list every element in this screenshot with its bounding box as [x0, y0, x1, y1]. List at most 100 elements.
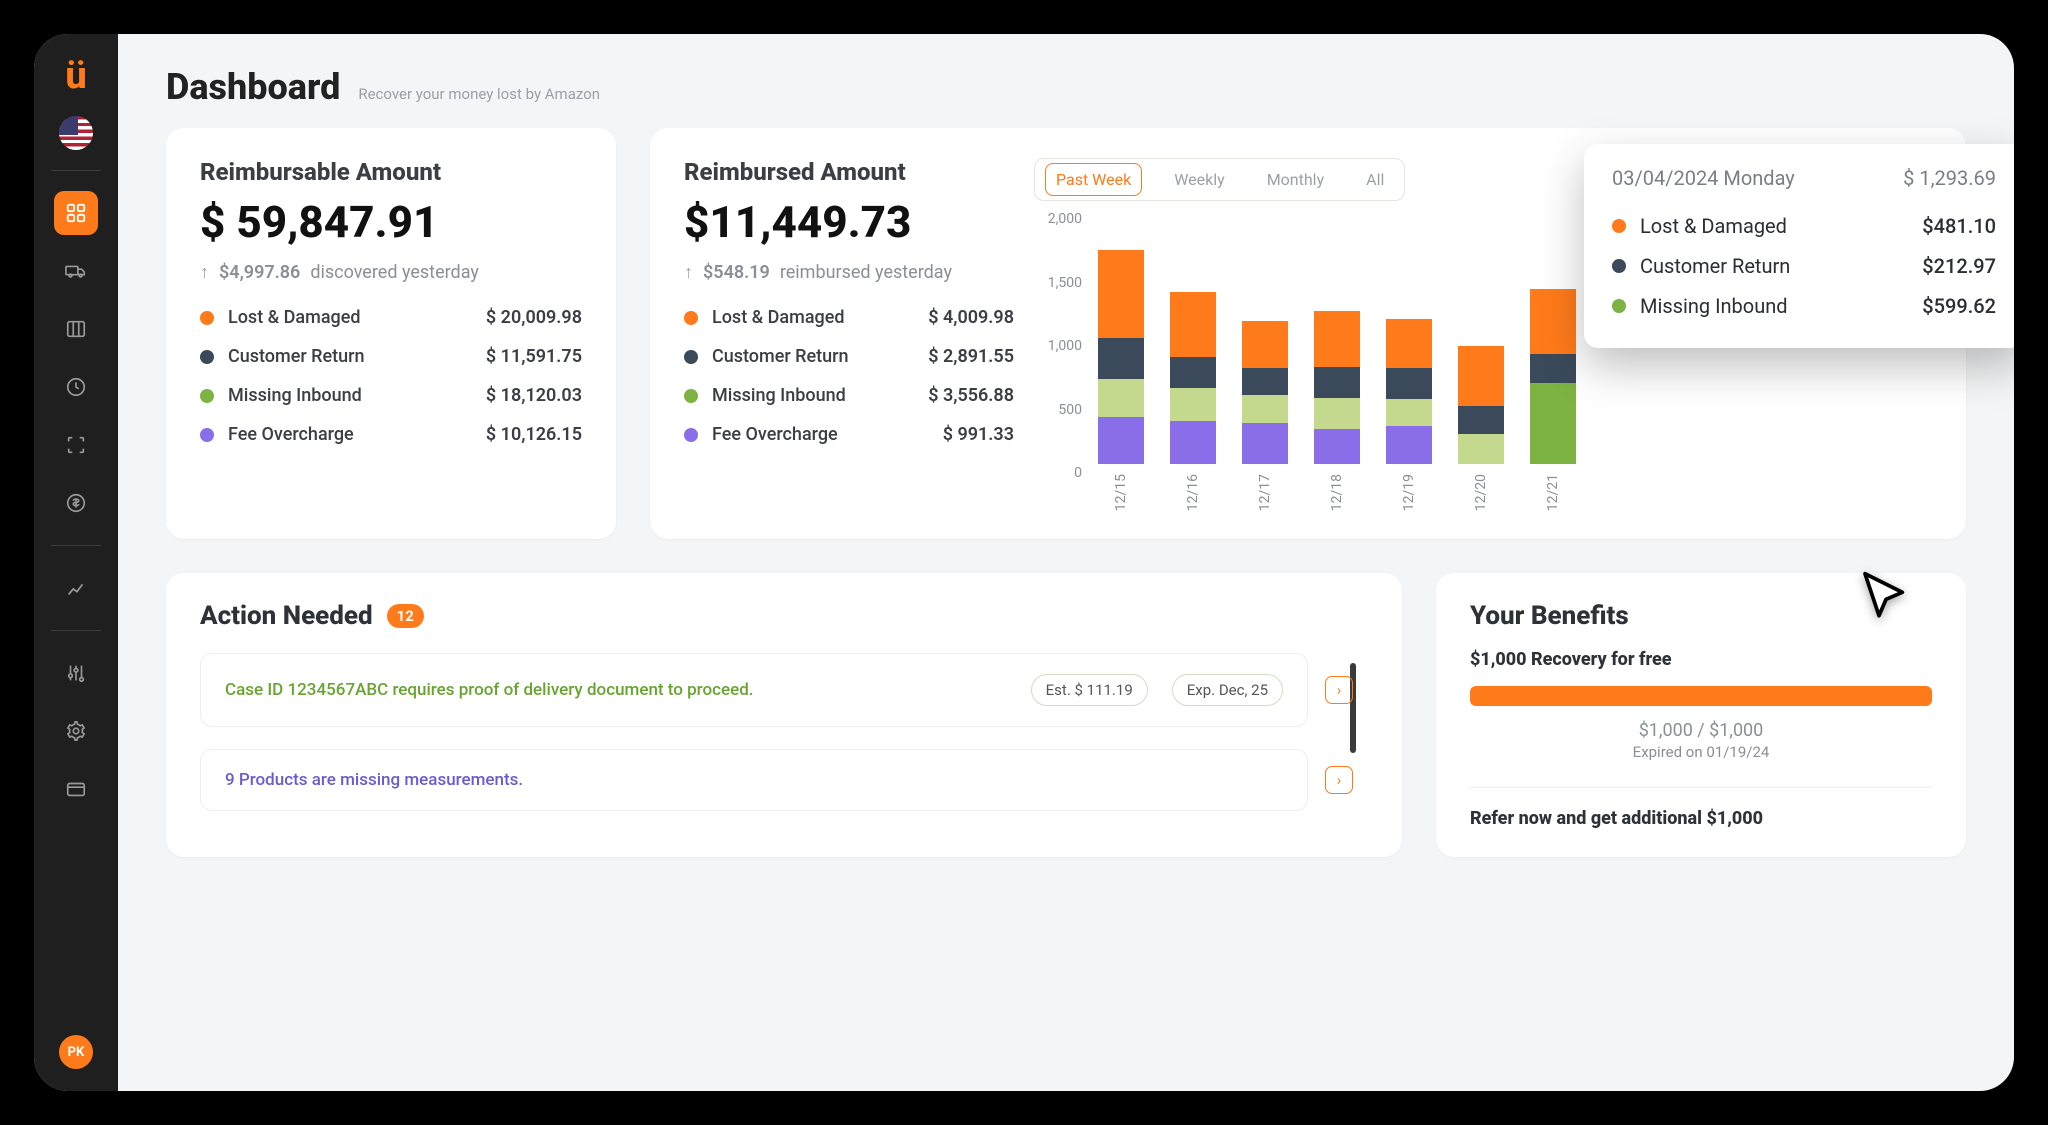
- region-flag-us[interactable]: [59, 116, 93, 150]
- delta-value: $548.19: [703, 262, 770, 283]
- delta-value: $4,997.86: [219, 262, 300, 283]
- chart-bar-segment: [1170, 292, 1216, 357]
- chart-bar-segment: [1530, 289, 1576, 354]
- chart-range-tabs: Past Week Weekly Monthly All: [1034, 158, 1405, 201]
- nav-reports[interactable]: [54, 307, 98, 351]
- chart-bar-segment: [1098, 250, 1144, 338]
- chart-bar-segment: [1458, 434, 1504, 464]
- legend-value: $ 991.33: [943, 424, 1014, 445]
- legend-label: Missing Inbound: [228, 385, 362, 406]
- legend-row: Fee Overcharge $ 991.33: [684, 424, 1014, 445]
- chart-bar-segment: [1530, 354, 1576, 383]
- legend-label: Fee Overcharge: [228, 424, 354, 445]
- legend-label: Lost & Damaged: [228, 307, 361, 328]
- scan-icon: [65, 434, 87, 456]
- nav-cards[interactable]: [54, 767, 98, 811]
- chart-bar-segment: [1170, 388, 1216, 420]
- card-icon: [65, 778, 87, 800]
- tooltip-row: Lost & Damaged $481.10: [1612, 206, 1996, 246]
- legend-dot: [684, 389, 698, 403]
- arrow-up-icon: ↑: [200, 262, 209, 283]
- avatar[interactable]: PK: [59, 1035, 93, 1069]
- y-tick: 0: [1034, 465, 1082, 481]
- action-open-button[interactable]: ›: [1325, 676, 1353, 704]
- chart-bar-segment: [1314, 398, 1360, 429]
- tooltip-row: Missing Inbound $599.62: [1612, 286, 1996, 326]
- action-item[interactable]: 9 Products are missing measurements.›: [200, 749, 1308, 811]
- reimbursable-amount: $ 59,847.91: [200, 196, 582, 248]
- page-subtitle: Recover your money lost by Amazon: [358, 85, 600, 103]
- x-tick: 12/18: [1329, 474, 1345, 511]
- chart-bar[interactable]: 12/20: [1458, 346, 1504, 511]
- chart-bar[interactable]: 12/21: [1530, 289, 1576, 511]
- label: Action Needed: [200, 601, 373, 631]
- chart-bar-segment: [1242, 395, 1288, 423]
- refer-text[interactable]: Refer now and get additional $1,000: [1470, 808, 1932, 829]
- chart-tab[interactable]: Weekly: [1164, 164, 1235, 195]
- nav-shipments[interactable]: [54, 249, 98, 293]
- exp-pill: Exp. Dec, 25: [1172, 674, 1283, 706]
- nav-analytics[interactable]: [54, 566, 98, 610]
- legend-dot: [1612, 259, 1626, 273]
- x-tick: 12/16: [1185, 474, 1201, 511]
- chart-bar-segment: [1386, 399, 1432, 426]
- chart-bar-segment: [1314, 311, 1360, 366]
- legend-row: Lost & Damaged $ 20,009.98: [200, 307, 582, 328]
- chart-bar[interactable]: 12/19: [1386, 319, 1432, 511]
- action-item[interactable]: Case ID 1234567ABC requires proof of del…: [200, 653, 1308, 727]
- gear-icon: [65, 720, 87, 742]
- chart-bar-segment: [1242, 368, 1288, 395]
- y-tick: 2,000: [1034, 211, 1082, 227]
- columns-icon: [65, 318, 87, 340]
- card-title: Reimbursable Amount: [200, 158, 582, 186]
- divider: [51, 545, 101, 546]
- chart-bar[interactable]: 12/15: [1098, 250, 1144, 511]
- tooltip-row: Customer Return $212.97: [1612, 246, 1996, 286]
- grid-icon: [65, 202, 87, 224]
- tooltip-label: Lost & Damaged: [1640, 214, 1787, 238]
- card-action-needed: Action Needed 12 Case ID 1234567ABC requ…: [166, 573, 1402, 857]
- nav-settings[interactable]: [54, 709, 98, 753]
- nav-money[interactable]: [54, 481, 98, 525]
- nav-sliders[interactable]: [54, 651, 98, 695]
- cursor-icon: [1858, 569, 1914, 629]
- legend-row: Fee Overcharge $ 10,126.15: [200, 424, 582, 445]
- legend-label: Fee Overcharge: [712, 424, 838, 445]
- chart-bar-segment: [1098, 379, 1144, 417]
- dollar-icon: [65, 492, 87, 514]
- chart-tab[interactable]: Past Week: [1045, 163, 1142, 196]
- chart-tooltip: 03/04/2024 Monday $ 1,293.69 Lost & Dama…: [1584, 144, 2014, 348]
- sliders-icon: [65, 662, 87, 684]
- chart-bar[interactable]: 12/17: [1242, 321, 1288, 511]
- action-list: Case ID 1234567ABC requires proof of del…: [200, 653, 1368, 811]
- legend-dot: [200, 311, 214, 325]
- chart-bar[interactable]: 12/18: [1314, 311, 1360, 511]
- chart-bar-segment: [1098, 417, 1144, 464]
- legend-dot: [684, 350, 698, 364]
- tooltip-label: Missing Inbound: [1640, 294, 1788, 318]
- est-pill: Est. $ 111.19: [1031, 674, 1148, 706]
- nav-dashboard[interactable]: [54, 191, 98, 235]
- legend-value: $ 3,556.88: [928, 385, 1014, 406]
- legend-row: Lost & Damaged $ 4,009.98: [684, 307, 1014, 328]
- reimbursed-delta: ↑ $548.19 reimbursed yesterday: [684, 262, 1014, 283]
- y-tick: 1,000: [1034, 338, 1082, 354]
- benefit-progress-meta: $1,000 / $1,000 Expired on 01/19/24: [1470, 720, 1932, 761]
- nav-pending[interactable]: [54, 365, 98, 409]
- benefit-subtitle: $1,000 Recovery for free: [1470, 649, 1932, 670]
- action-open-button[interactable]: ›: [1325, 766, 1353, 794]
- clock-icon: [65, 376, 87, 398]
- x-tick: 12/19: [1401, 474, 1417, 511]
- sidebar: ü: [34, 34, 118, 1091]
- nav-scan[interactable]: [54, 423, 98, 467]
- page-title: Dashboard: [166, 66, 340, 108]
- reimbursed-breakdown: Lost & Damaged $ 4,009.98 Customer Retur…: [684, 307, 1014, 445]
- scrollbar-thumb[interactable]: [1350, 663, 1356, 753]
- chart-bar-segment: [1170, 421, 1216, 464]
- divider: [51, 170, 101, 171]
- chart-tab[interactable]: All: [1356, 164, 1394, 195]
- chart-tab[interactable]: Monthly: [1257, 164, 1334, 195]
- chart-bar[interactable]: 12/16: [1170, 292, 1216, 511]
- chart-bar-segment: [1242, 423, 1288, 464]
- chart-bar-segment: [1458, 406, 1504, 434]
